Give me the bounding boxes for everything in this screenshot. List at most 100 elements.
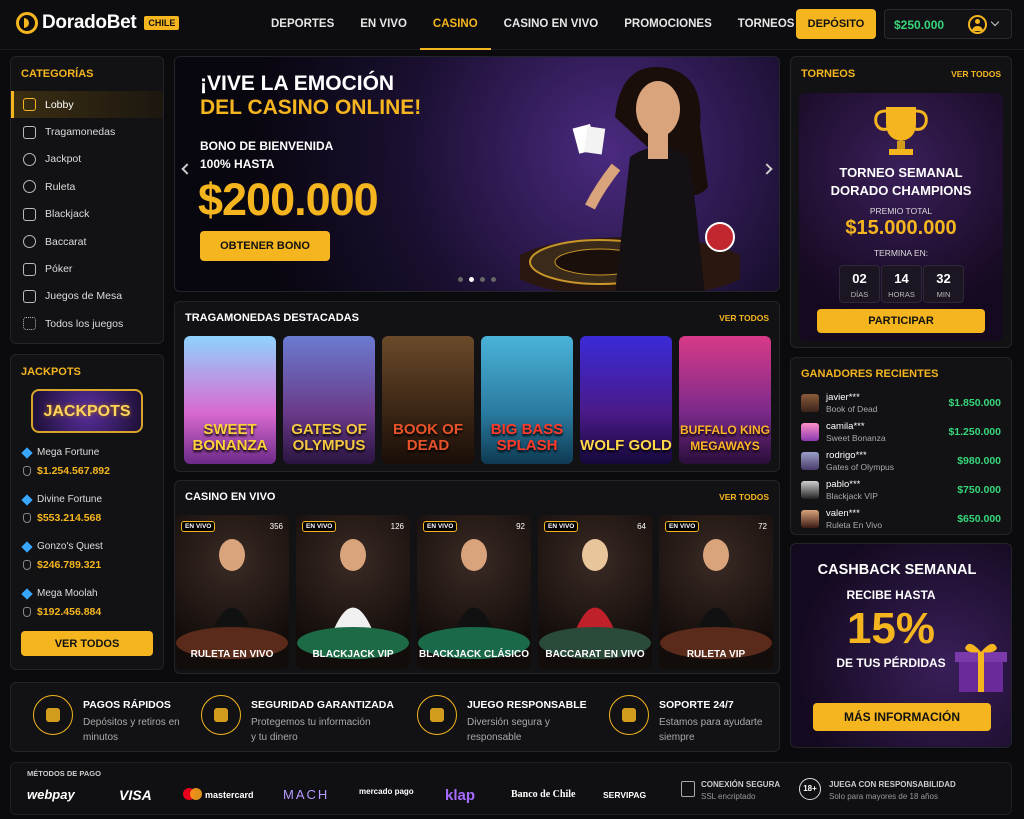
categories-panel: CATEGORÍAS Lobby Tragamonedas Jackpot Ru… bbox=[10, 56, 164, 344]
hero-banner[interactable]: ¡VIVE LA EMOCIÓN DEL CASINO ONLINE! BONO… bbox=[174, 56, 780, 292]
dealer-image bbox=[176, 539, 288, 659]
live-view-all-link[interactable]: VER TODOS bbox=[719, 492, 769, 502]
user-icon[interactable] bbox=[968, 15, 987, 34]
jackpot-item[interactable]: Mega Fortune $1.254.567.892 bbox=[21, 446, 163, 477]
jackpot-item[interactable]: Divine Fortune $553.214.568 bbox=[21, 493, 163, 524]
slots-view-all-link[interactable]: VER TODOS bbox=[719, 313, 769, 323]
hero-sub1: BONO DE BIENVENIDA bbox=[200, 139, 334, 153]
hero-title-line1: ¡VIVE LA EMOCIÓN bbox=[200, 72, 395, 95]
countdown-hours: 14 HORAS bbox=[881, 265, 922, 303]
logo[interactable]: DoradoBet CHILE bbox=[16, 12, 180, 34]
category-baccarat[interactable]: Baccarat bbox=[11, 228, 163, 255]
slot-game-card[interactable]: BUFFALO KING MEGAWAYS bbox=[679, 336, 771, 464]
category-ruleta[interactable]: Ruleta bbox=[11, 173, 163, 200]
live-table-card[interactable]: EN VIVO 126 BLACKJACK VIP bbox=[296, 515, 410, 669]
carousel-dot[interactable] bbox=[458, 277, 463, 282]
nav-casino[interactable]: CASINO bbox=[419, 0, 491, 50]
winner-amount: $1.250.000 bbox=[948, 426, 1001, 438]
carousel-dot[interactable] bbox=[491, 277, 496, 282]
shield-icon bbox=[201, 695, 241, 735]
carousel-dot[interactable] bbox=[480, 277, 485, 282]
player-count: 356 bbox=[269, 522, 283, 531]
tournament-card: TORNEO SEMANAL DORADO CHAMPIONS PREMIO T… bbox=[799, 93, 1003, 341]
feature-desc: Estamos para ayudarte siempre bbox=[659, 717, 763, 743]
category-label: Lobby bbox=[45, 98, 74, 111]
payment-mastercard-logo: mastercard bbox=[183, 788, 254, 800]
logo-icon bbox=[16, 12, 38, 34]
account-menu[interactable]: $250.000 bbox=[884, 9, 1012, 39]
winner-row: rodrigo*** Gates of Olympus $980.000 bbox=[801, 450, 1001, 476]
nav-en-vivo[interactable]: EN VIVO bbox=[347, 0, 420, 50]
game-thumbnail bbox=[801, 481, 819, 499]
winner-user: camila*** bbox=[826, 421, 865, 432]
carousel-dot[interactable] bbox=[469, 277, 474, 282]
jackpots-view-all-button[interactable]: VER TODOS bbox=[21, 631, 153, 656]
fast-payment-icon bbox=[33, 695, 73, 735]
ends-label: TERMINA EN: bbox=[873, 248, 929, 258]
chevron-left-icon[interactable] bbox=[181, 163, 193, 175]
countdown-number: 14 bbox=[894, 271, 909, 286]
more-info-button[interactable]: MÁS INFORMACIÓN bbox=[813, 703, 991, 731]
live-table-card[interactable]: EN VIVO 356 RULETA EN VIVO bbox=[175, 515, 289, 669]
feature-title: SEGURIDAD GARANTIZADA bbox=[251, 699, 394, 711]
category-label: Blackjack bbox=[45, 208, 90, 221]
winner-user: pablo*** bbox=[826, 479, 861, 490]
category-tragamonedas[interactable]: Tragamonedas bbox=[11, 118, 163, 145]
tournament-name: TORNEO SEMANAL DORADO CHAMPIONS bbox=[799, 164, 1003, 200]
live-table-card[interactable]: EN VIVO 72 RULETA VIP bbox=[659, 515, 773, 669]
jackpot-name: Gonzo's Quest bbox=[37, 541, 103, 552]
category-juegos-de-mesa[interactable]: Juegos de Mesa bbox=[11, 283, 163, 310]
category-label: Todos los juegos bbox=[45, 317, 124, 330]
jackpot-name: Mega Fortune bbox=[37, 447, 100, 458]
jackpot-item[interactable]: Gonzo's Quest $246.789.321 bbox=[21, 540, 163, 571]
game-thumbnail bbox=[801, 423, 819, 441]
deposit-button[interactable]: DEPÓSITO bbox=[796, 9, 876, 39]
live-table-card[interactable]: EN VIVO 64 BACCARAT EN VIVO bbox=[538, 515, 652, 669]
category-jackpot[interactable]: Jackpot bbox=[11, 146, 163, 173]
slot-game-card[interactable]: BIG BASS SPLASH bbox=[481, 336, 573, 464]
roulette-icon bbox=[23, 180, 36, 194]
mastercard-circle-icon bbox=[190, 788, 202, 800]
nav-casino-en-vivo[interactable]: CASINO EN VIVO bbox=[491, 0, 612, 50]
category-lobby[interactable]: Lobby bbox=[11, 91, 163, 119]
winner-row: valen*** Ruleta En Vivo $650.000 bbox=[801, 508, 1001, 534]
payment-mach-logo: MACH bbox=[283, 787, 330, 802]
secure-connection-desc: SSL encriptado bbox=[701, 792, 756, 801]
category-todos[interactable]: Todos los juegos bbox=[11, 310, 163, 337]
tournament-view-all-link[interactable]: VER TODOS bbox=[951, 69, 1001, 79]
winner-game: Ruleta En Vivo bbox=[826, 520, 883, 530]
winner-amount: $750.000 bbox=[957, 484, 1001, 496]
player-count: 64 bbox=[637, 522, 646, 531]
poker-icon bbox=[23, 262, 36, 276]
slots-title: TRAGAMONEDAS DESTACADAS bbox=[185, 312, 359, 324]
category-poker[interactable]: Póker bbox=[11, 255, 163, 282]
game-thumbnail bbox=[801, 452, 819, 470]
slot-machine-icon bbox=[23, 125, 36, 139]
participate-button[interactable]: PARTICIPAR bbox=[817, 309, 985, 333]
payment-bancochile-logo: Banco de Chile bbox=[511, 789, 576, 800]
slot-game-card[interactable]: SWEET BONANZA bbox=[184, 336, 276, 464]
slot-game-card[interactable]: BOOK OF DEAD bbox=[382, 336, 474, 464]
live-table-card[interactable]: EN VIVO 92 BLACKJACK CLÁSICO bbox=[417, 515, 531, 669]
dealer-image bbox=[660, 539, 772, 659]
live-table-name: RULETA VIP bbox=[686, 649, 746, 660]
countdown-days: 02 DÍAS bbox=[839, 265, 880, 303]
hero-subtitle: BONO DE BIENVENIDA 100% HASTA bbox=[200, 137, 333, 173]
live-badge: EN VIVO bbox=[544, 521, 579, 532]
money-bag-icon bbox=[23, 560, 31, 570]
get-bonus-button[interactable]: OBTENER BONO bbox=[200, 231, 330, 261]
slot-game-card[interactable]: WOLF GOLD bbox=[580, 336, 672, 464]
live-table-name: BLACKJACK CLÁSICO bbox=[419, 649, 529, 660]
gift-icon bbox=[955, 643, 1007, 692]
cashback-subtitle: RECIBE HASTA bbox=[846, 588, 936, 602]
nav-promociones[interactable]: PROMOCIONES bbox=[611, 0, 725, 50]
category-blackjack[interactable]: Blackjack bbox=[11, 201, 163, 228]
balance: $250.000 bbox=[894, 18, 945, 32]
chevron-right-icon[interactable] bbox=[761, 163, 773, 175]
chevron-down-icon[interactable] bbox=[990, 17, 1000, 27]
live-badge: EN VIVO bbox=[302, 521, 337, 532]
countdown-label: HORAS bbox=[888, 290, 915, 299]
jackpot-item[interactable]: Mega Moolah $192.456.884 bbox=[21, 587, 163, 618]
nav-deportes[interactable]: DEPORTES bbox=[258, 0, 347, 50]
slot-game-card[interactable]: GATES OF OLYMPUS bbox=[283, 336, 375, 464]
